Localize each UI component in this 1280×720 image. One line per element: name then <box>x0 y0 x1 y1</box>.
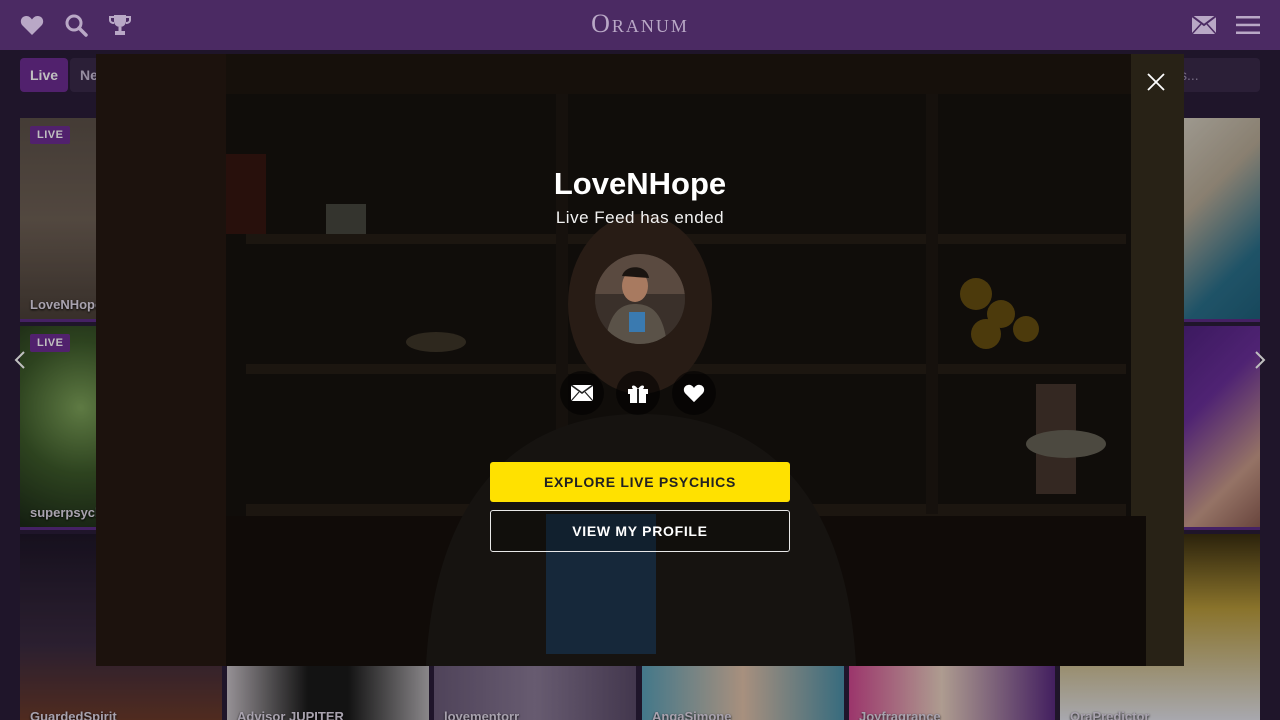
avatar[interactable] <box>595 254 685 344</box>
psychic-name-title: LoveNHope <box>553 166 727 201</box>
gift-button[interactable] <box>616 371 660 415</box>
top-bar: Oranum <box>0 0 1280 50</box>
message-button[interactable] <box>560 371 604 415</box>
hamburger-menu-icon[interactable] <box>1235 12 1261 38</box>
favorite-button[interactable] <box>672 371 716 415</box>
stream-ended-message: Live Feed has ended <box>555 208 725 227</box>
messages-envelope-icon[interactable] <box>1191 12 1217 38</box>
close-icon[interactable] <box>1144 70 1168 94</box>
heart-icon <box>683 384 705 403</box>
mail-icon <box>571 385 593 401</box>
explore-live-psychics-button[interactable]: EXPLORE LIVE PSYCHICS <box>490 462 790 502</box>
modal-dark-overlay <box>96 54 1184 666</box>
gift-icon <box>628 385 648 403</box>
stream-ended-modal: LoveNHope Live Feed has ended EXPLORE LI… <box>96 54 1184 666</box>
oranum-logo[interactable]: Oranum <box>0 9 1280 39</box>
view-profile-button[interactable]: VIEW MY PROFILE <box>490 510 790 552</box>
